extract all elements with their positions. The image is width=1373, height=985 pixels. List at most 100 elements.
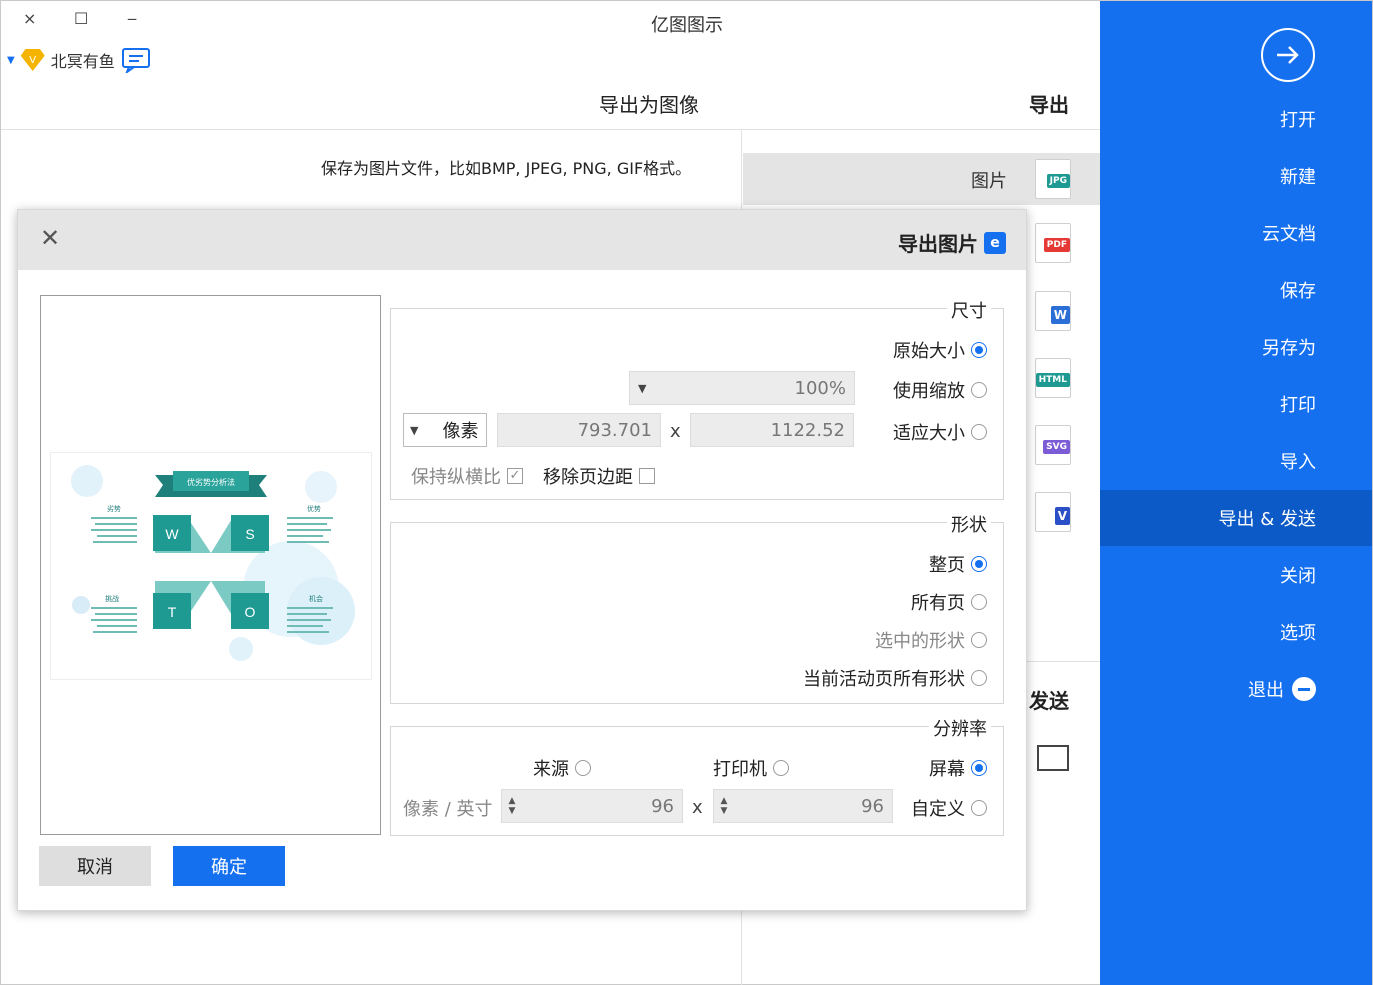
message-icon[interactable]: [121, 47, 151, 73]
sidebar-item-open[interactable]: 打开: [1100, 91, 1372, 147]
unit-value: 像素: [442, 421, 479, 442]
resolution-source-option[interactable]: 来源: [533, 755, 591, 781]
keep-ratio-checkbox[interactable]: ✓: [507, 468, 523, 484]
resolution-printer-option[interactable]: 打印机: [713, 755, 789, 781]
size-zoom-radio[interactable]: [971, 382, 987, 398]
resolution-source-label: 来源: [533, 759, 569, 780]
dialog-title-text: 导出图片: [898, 232, 978, 256]
jpg-file-icon: JPG: [1035, 159, 1071, 199]
vip-badge-icon: V: [20, 49, 45, 71]
unit-select[interactable]: ▼ 像素: [403, 413, 487, 447]
size-original-label: 原始大小: [893, 341, 965, 362]
app-logo-icon: e: [984, 231, 1006, 254]
size-original-option[interactable]: 原始大小: [893, 337, 987, 363]
dpi-y-spinner[interactable]: ▲ ▼: [504, 790, 520, 822]
shape-whole-page-radio[interactable]: [971, 556, 987, 572]
shape-group: 形状 整页 所有页 选中的形状 当前活动页所有形状: [390, 511, 1004, 704]
size-original-radio[interactable]: [971, 342, 987, 358]
width-input[interactable]: 1122.52: [690, 413, 854, 447]
shape-selected-radio[interactable]: [971, 632, 987, 648]
dpi-y-value: 96: [651, 795, 674, 817]
height-input[interactable]: 793.701: [497, 413, 661, 447]
size-fit-radio[interactable]: [971, 424, 987, 440]
sidebar-item-save-as[interactable]: 另存为: [1100, 319, 1372, 375]
size-zoom-option[interactable]: 使用缩放: [893, 377, 987, 403]
user-menu[interactable]: ▼ V 北冥有鱼: [7, 47, 151, 73]
shape-all-pages-radio[interactable]: [971, 594, 987, 610]
sidebar-item-new[interactable]: 新建: [1100, 148, 1372, 204]
mail-icon[interactable]: [1037, 745, 1069, 771]
sidebar-item-export[interactable]: 导出 & 发送: [1100, 490, 1372, 546]
shape-all-pages-option[interactable]: 所有页: [911, 589, 987, 615]
sidebar-item-save[interactable]: 保存: [1100, 262, 1372, 318]
shape-selected-option[interactable]: 选中的形状: [875, 627, 987, 653]
exit-icon: [1292, 677, 1316, 701]
cancel-button[interactable]: 取消: [39, 846, 151, 886]
dpi-unit-label: 像素 / 英寸: [403, 799, 493, 820]
shape-group-title: 形状: [947, 511, 991, 537]
sidebar-item-close[interactable]: 关闭: [1100, 547, 1372, 603]
close-icon[interactable]: ✕: [40, 224, 60, 252]
preview-letter-o: O: [245, 604, 256, 620]
app-window: × ☐ ‒ 亿图图示 ▼ V 北冥有鱼 导出为图像 导出 保存为图片文件，比如B…: [0, 0, 1373, 985]
size-group: 尺寸 原始大小 使用缩放 ▼ 100% 适应大小 1122.52 x 793.7…: [390, 297, 1004, 500]
preview-thumbnail: 优劣势分析法 S W O T 优势 劣势 机会 挑战: [50, 452, 372, 680]
preview-letter-s: S: [245, 526, 254, 542]
resolution-custom-radio[interactable]: [971, 800, 987, 816]
svg-file-icon[interactable]: SVG: [1035, 425, 1071, 465]
remove-margin-label: 移除页边距: [543, 467, 633, 488]
app-title: 亿图图示: [651, 15, 723, 36]
close-window-button[interactable]: ×: [23, 9, 36, 28]
dpi-y-input[interactable]: ▲ ▼ 96: [501, 789, 683, 823]
back-arrow-icon[interactable]: [1261, 28, 1315, 82]
preview-label-opportunities: 机会: [309, 594, 323, 603]
dialog-title: 导出图片 e: [898, 228, 1006, 257]
keep-ratio-option[interactable]: 保持纵横比 ✓: [411, 463, 523, 489]
sidebar-item-exit-label: 退出: [1248, 680, 1284, 701]
chevron-down-icon: ▼: [410, 423, 419, 437]
sidebar-item-options[interactable]: 选项: [1100, 604, 1372, 660]
ok-button[interactable]: 确定: [173, 846, 285, 886]
remove-margin-option[interactable]: 移除页边距: [543, 463, 655, 489]
format-description: 保存为图片文件，比如BMP, JPEG, PNG, GIF格式。: [321, 159, 692, 178]
preview-banner-text: 优劣势分析法: [187, 477, 235, 487]
dpi-x-input[interactable]: ▲ ▼ 96: [713, 789, 893, 823]
sidebar-item-import[interactable]: 导入: [1100, 433, 1372, 489]
export-image-dialog: 导出图片 e ✕ 优劣势分析法 S W O T 优势 劣势 机会 挑战 尺寸 原…: [17, 209, 1027, 911]
zoom-value: 100%: [794, 377, 846, 399]
shape-current-page-radio[interactable]: [971, 670, 987, 686]
resolution-source-radio[interactable]: [575, 760, 591, 776]
zoom-select[interactable]: ▼ 100%: [629, 371, 855, 405]
pdf-file-icon[interactable]: PDF: [1035, 223, 1071, 263]
resolution-screen-radio[interactable]: [971, 760, 987, 776]
chevron-down-icon: ▼: [638, 381, 647, 395]
size-fit-option[interactable]: 适应大小: [893, 419, 987, 445]
sidebar-item-cloud[interactable]: 云文档: [1100, 205, 1372, 261]
resolution-group: 分辨率 屏幕 打印机 来源 自定义 ▲ ▼ 96 x ▲ ▼ 96 像素 / 英寸: [390, 715, 1004, 836]
resolution-screen-option[interactable]: 屏幕: [929, 755, 987, 781]
preview-letter-w: W: [165, 526, 179, 542]
resolution-custom-option[interactable]: 自定义: [911, 795, 987, 821]
resolution-custom-label: 自定义: [911, 799, 965, 820]
resolution-printer-radio[interactable]: [773, 760, 789, 776]
word-file-icon[interactable]: W: [1035, 291, 1071, 331]
size-group-title: 尺寸: [947, 297, 991, 323]
resolution-times-sign: x: [692, 797, 703, 818]
html-file-icon[interactable]: HTML: [1035, 358, 1071, 398]
sidebar-item-exit[interactable]: 退出: [1100, 661, 1372, 717]
sidebar-item-print[interactable]: 打印: [1100, 376, 1372, 432]
minimize-window-button[interactable]: ‒: [127, 9, 137, 28]
header-divider: [1, 129, 1101, 130]
shape-whole-page-option[interactable]: 整页: [929, 551, 987, 577]
remove-margin-checkbox[interactable]: [639, 468, 655, 484]
section-title: 导出为图像: [599, 93, 699, 117]
visio-file-icon[interactable]: V: [1035, 492, 1071, 532]
preview-label-threats: 挑战: [105, 594, 119, 603]
dialog-header: 导出图片 e ✕: [18, 210, 1026, 270]
keep-ratio-label: 保持纵横比: [411, 467, 501, 488]
dpi-x-spinner[interactable]: ▲ ▼: [716, 790, 732, 822]
resolution-group-title: 分辨率: [929, 715, 991, 741]
shape-current-page-option[interactable]: 当前活动页所有形状: [803, 665, 987, 691]
maximize-window-button[interactable]: ☐: [74, 9, 88, 28]
sidebar: 打开 新建 云文档 保存 另存为 打印 导入 导出 & 发送 关闭 选项 退出: [1100, 1, 1372, 985]
